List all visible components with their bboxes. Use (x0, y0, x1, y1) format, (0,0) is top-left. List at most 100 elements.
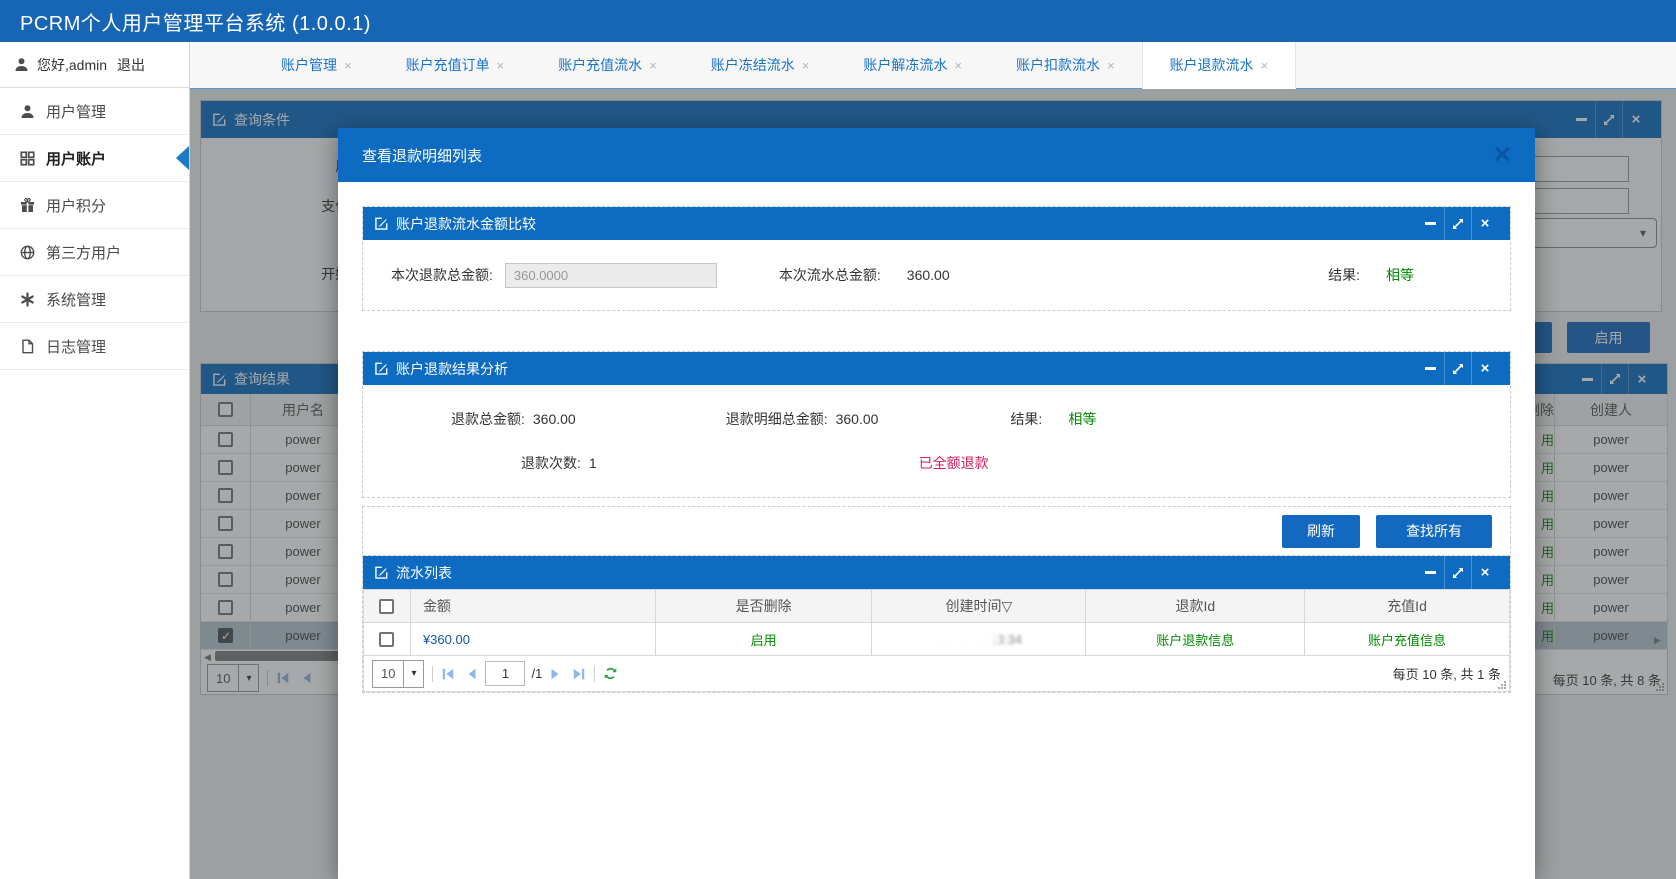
modal-header: 查看退款明细列表 × (338, 128, 1535, 182)
user-row: 您好,admin 退出 (0, 42, 189, 88)
tab-close-icon[interactable]: × (649, 58, 657, 73)
tab-label: 账户冻结流水 (711, 55, 795, 75)
tab-4[interactable]: 账户冻结流水 × (684, 42, 837, 88)
sidebar-item-label: 日志管理 (46, 336, 106, 357)
expand-icon[interactable] (1444, 352, 1471, 385)
tab-close-icon[interactable]: × (1261, 58, 1269, 73)
tab-close-icon[interactable]: × (344, 58, 352, 73)
tab-close-icon[interactable]: × (1107, 58, 1115, 73)
edit-icon (375, 566, 388, 579)
edit-icon (375, 362, 388, 375)
tab-close-icon[interactable]: × (497, 58, 505, 73)
logout-link[interactable]: 退出 (117, 55, 145, 75)
result-value: 相等 (1386, 265, 1414, 285)
sidebar-item-4[interactable]: 第三方用户 (0, 229, 189, 276)
tab-5[interactable]: 账户解冻流水× (836, 42, 989, 88)
flow-toolbar: 刷新 查找所有 (363, 507, 1510, 555)
tab-label: 账户退款流水 (1170, 55, 1254, 75)
status-cell: 启用 (656, 623, 872, 655)
expand-icon[interactable] (1444, 556, 1471, 589)
refresh-icon[interactable] (603, 666, 618, 681)
expand-icon[interactable] (1444, 207, 1471, 240)
total-pages: /1 (531, 666, 542, 681)
flow-column-header-2: 是否删除 (656, 590, 872, 622)
tab-close-icon[interactable]: × (802, 58, 810, 73)
select-all-checkbox[interactable] (379, 599, 394, 614)
analysis-result-label: 结果: (1010, 409, 1042, 429)
flow-table: 金额是否删除创建时间▽退款Id充值Id ¥360.00 启用 11-03 13:… (363, 589, 1510, 656)
analysis-panel-header: 账户退款结果分析 × (363, 352, 1510, 385)
row-checkbox[interactable] (379, 632, 394, 647)
first-page-icon[interactable] (441, 667, 455, 681)
result-label: 结果: (1328, 265, 1360, 285)
tabbar: 账户管理×账户充值订单×账户充值流水×账户冻结流水×账户解冻流水×账户扣款流水×… (190, 42, 1676, 89)
sidebar-menu: 用户管理用户账户用户积分第三方用户系统管理日志管理 (0, 88, 189, 370)
active-arrow-icon (176, 146, 189, 170)
modal-body: 账户退款流水金额比较 × 本次退款总金额: 360.0000 本次流水总金额: … (338, 182, 1535, 693)
user-avatar-icon (14, 57, 29, 72)
next-page-icon[interactable] (548, 667, 562, 681)
analysis-section: 账户退款结果分析 × 退款总金额: 360.00 退款明细总金额: 360.00… (362, 351, 1511, 498)
last-page-icon[interactable] (572, 667, 586, 681)
refresh-button[interactable]: 刷新 (1282, 515, 1360, 548)
minimize-icon[interactable] (1417, 556, 1444, 589)
refund-info-link[interactable]: 账户退款信息 (1156, 630, 1234, 649)
tab-label: 账户扣款流水 (1016, 55, 1100, 75)
page-size-select[interactable]: 10 ▾ (372, 660, 424, 688)
sidebar-item-5[interactable]: 系统管理 (0, 276, 189, 323)
panel-close-icon[interactable]: × (1471, 352, 1498, 385)
amount-cell: ¥360.00 (411, 623, 656, 655)
page-number-input[interactable] (485, 661, 525, 686)
sidebar-item-6[interactable]: 日志管理 (0, 323, 189, 370)
flow-table-row: ¥360.00 启用 11-03 13:13:34 账户退款信息 账户充值信息 (364, 623, 1509, 656)
window-controls: × (1417, 556, 1498, 589)
tab-7[interactable]: 账户退款流水 × (1142, 42, 1297, 89)
page-size-value: 10 (373, 666, 403, 681)
refund-count-label: 退款次数: (521, 453, 581, 473)
flow-column-header-5: 充值Id (1305, 590, 1509, 622)
refund-sum-label: 退款总金额: (451, 409, 525, 429)
compare-panel-header: 账户退款流水金额比较 × (363, 207, 1510, 240)
window-controls: × (1417, 207, 1498, 240)
flow-column-header-3[interactable]: 创建时间▽ (872, 590, 1086, 622)
resize-grip-icon[interactable] (1497, 680, 1507, 690)
analysis-panel-title: 账户退款结果分析 (396, 359, 508, 379)
compare-panel-title: 账户退款流水金额比较 (396, 214, 536, 234)
tab-3[interactable]: 账户充值流水× (531, 42, 684, 88)
app-title: PCRM个人用户管理平台系统 (1.0.0.1) (0, 7, 371, 36)
topbar: PCRM个人用户管理平台系统 (1.0.0.1) (0, 0, 1676, 42)
flow-panel-title: 流水列表 (396, 563, 452, 583)
sidebar-item-label: 用户管理 (46, 101, 106, 122)
flow-panel-header: 流水列表 × (363, 556, 1510, 589)
tab-2[interactable]: 账户充值订单 × (379, 42, 532, 88)
minimize-icon[interactable] (1417, 352, 1444, 385)
analysis-row-2: 退款次数: 1 已全额退款 (363, 441, 1510, 485)
panel-close-icon[interactable]: × (1471, 556, 1498, 589)
find-all-button[interactable]: 查找所有 (1376, 515, 1492, 548)
user-icon (18, 104, 36, 119)
tab-close-icon[interactable]: × (954, 58, 962, 73)
flow-table-header: 金额是否删除创建时间▽退款Id充值Id (364, 590, 1509, 623)
row-checkbox-cell (364, 623, 411, 655)
tab-1[interactable]: 账户管理× (254, 42, 379, 88)
sidebar-item-3[interactable]: 用户积分 (0, 182, 189, 229)
minimize-icon[interactable] (1417, 207, 1444, 240)
panel-close-icon[interactable]: × (1471, 207, 1498, 240)
tab-label: 账户充值订单 (406, 55, 490, 75)
sidebar: 您好,admin 退出 用户管理用户账户用户积分第三方用户系统管理日志管理 (0, 42, 190, 879)
content-area: 查询条件 × 用户名:支付单号:商户:开始时间: ▾ 启用 查询结果 × 用户名… (190, 89, 1676, 879)
recharge-info-link[interactable]: 账户充值信息 (1368, 630, 1446, 649)
detail-sum-label: 退款明细总金额: (726, 409, 828, 429)
modal-title: 查看退款明细列表 (362, 145, 482, 166)
detail-sum-value: 360.00 (836, 411, 879, 427)
sidebar-item-1[interactable]: 用户管理 (0, 88, 189, 135)
globe-icon (18, 245, 36, 260)
prev-page-icon[interactable] (465, 667, 479, 681)
close-icon[interactable]: × (1493, 140, 1511, 170)
compare-panel-body: 本次退款总金额: 360.0000 本次流水总金额: 360.00 结果: 相等 (363, 240, 1510, 310)
sidebar-item-2[interactable]: 用户账户 (0, 135, 189, 182)
tab-6[interactable]: 账户扣款流水 × (989, 42, 1142, 88)
refund-total-input[interactable]: 360.0000 (505, 263, 717, 288)
chevron-down-icon: ▾ (403, 661, 423, 687)
analysis-result-value: 相等 (1068, 409, 1096, 429)
